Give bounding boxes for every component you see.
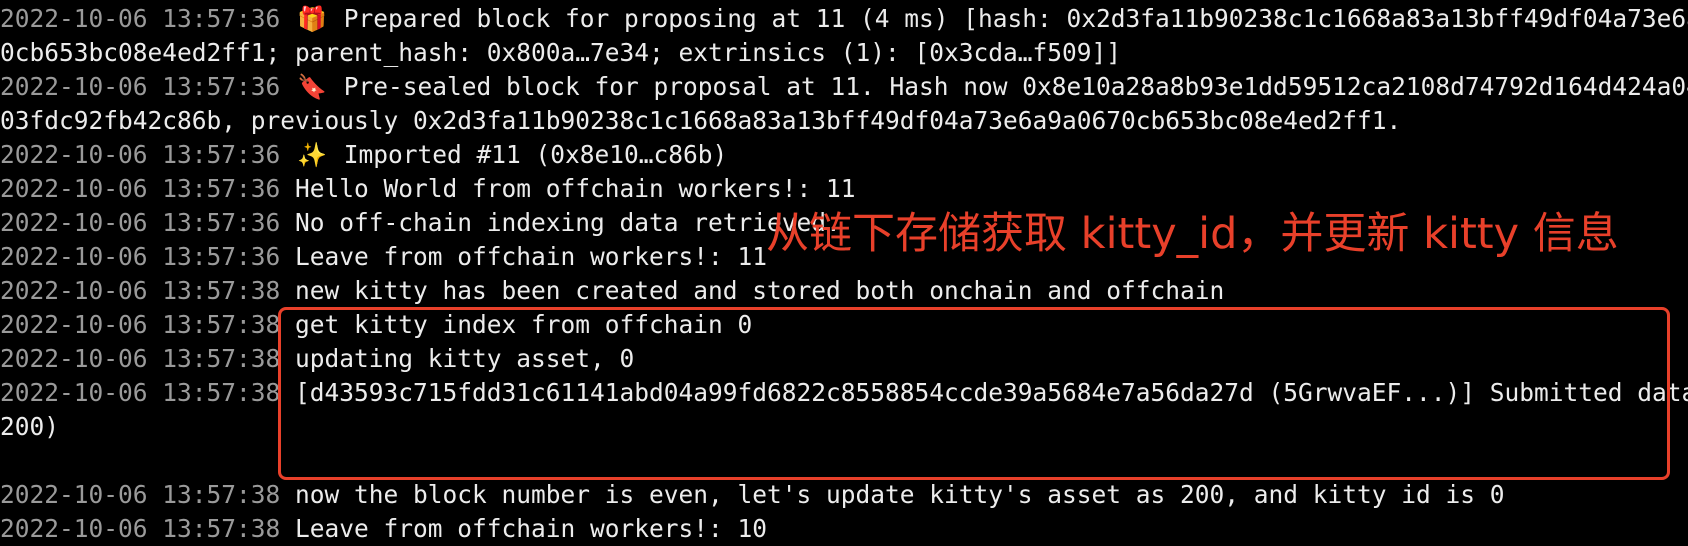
log-message-continuation: 03fdc92fb42c86b, previously 0x2d3fa11b90… [0,106,1402,135]
timestamp: 2022-10-06 13:57:36 [0,208,281,237]
log-line: 2022-10-06 13:57:36 Hello World from off… [0,172,1688,206]
log-message: Leave from offchain workers!: 10 [295,514,768,543]
log-line: 2022-10-06 13:57:38 updating kitty asset… [0,342,1688,376]
log-message: Prepared block for proposing at 11 (4 ms… [343,4,1688,33]
log-line-continuation: 0cb653bc08e4ed2ff1; parent_hash: 0x800a…… [0,36,1688,70]
annotation-label: 从链下存储获取 kitty_id，并更新 kitty 信息 [766,209,1619,259]
timestamp: 2022-10-06 13:57:38 [0,378,281,407]
log-message-continuation: 200) [0,412,60,441]
log-line-continuation: 03fdc92fb42c86b, previously 0x2d3fa11b90… [0,104,1688,138]
log-message: No off-chain indexing data retrieved. [295,208,841,237]
log-line: 2022-10-06 13:57:36 🔖 Pre-sealed block f… [0,70,1688,104]
timestamp: 2022-10-06 13:57:36 [0,4,281,33]
log-line-continuation: 200) [0,410,1688,444]
timestamp: 2022-10-06 13:57:38 [0,276,281,305]
log-line: 2022-10-06 13:57:36 ✨ Imported #11 (0x8e… [0,138,1688,172]
log-line: 2022-10-06 13:57:38 [d43593c715fdd31c611… [0,376,1688,410]
timestamp: 2022-10-06 13:57:38 [0,480,281,509]
timestamp: 2022-10-06 13:57:36 [0,174,281,203]
timestamp: 2022-10-06 13:57:36 [0,72,281,101]
gift-icon: 🎁 [297,5,327,33]
terminal-output: 2022-10-06 13:57:36 🎁 Prepared block for… [0,2,1688,546]
log-message: now the block number is even, let's upda… [295,480,1505,509]
log-message: new kitty has been created and stored bo… [295,276,1225,305]
log-line: 2022-10-06 13:57:36 🎁 Prepared block for… [0,2,1688,36]
log-message: Imported #11 (0x8e10…c86b) [343,140,728,169]
log-message: Leave from offchain workers!: 11 [295,242,768,271]
timestamp: 2022-10-06 13:57:38 [0,344,281,373]
log-line: 2022-10-06 13:57:38 new kitty has been c… [0,274,1688,308]
log-message: Hello World from offchain workers!: 11 [295,174,856,203]
log-message: Pre-sealed block for proposal at 11. Has… [343,72,1688,101]
timestamp: 2022-10-06 13:57:36 [0,242,281,271]
log-message: [d43593c715fdd31c61141abd04a99fd6822c855… [295,378,1688,407]
log-message-continuation: 0cb653bc08e4ed2ff1; parent_hash: 0x800a…… [0,38,1122,67]
timestamp: 2022-10-06 13:57:36 [0,140,281,169]
log-message: updating kitty asset, 0 [295,344,635,373]
tag-icon: 🔖 [297,73,327,101]
log-line: 2022-10-06 13:57:38 get kitty index from… [0,308,1688,342]
log-line-blank [0,444,1688,478]
timestamp: 2022-10-06 13:57:38 [0,310,281,339]
timestamp: 2022-10-06 13:57:38 [0,514,281,543]
sparkles-icon: ✨ [297,141,327,169]
log-line: 2022-10-06 13:57:38 Leave from offchain … [0,512,1688,546]
log-line: 2022-10-06 13:57:38 now the block number… [0,478,1688,512]
log-message: get kitty index from offchain 0 [295,310,753,339]
